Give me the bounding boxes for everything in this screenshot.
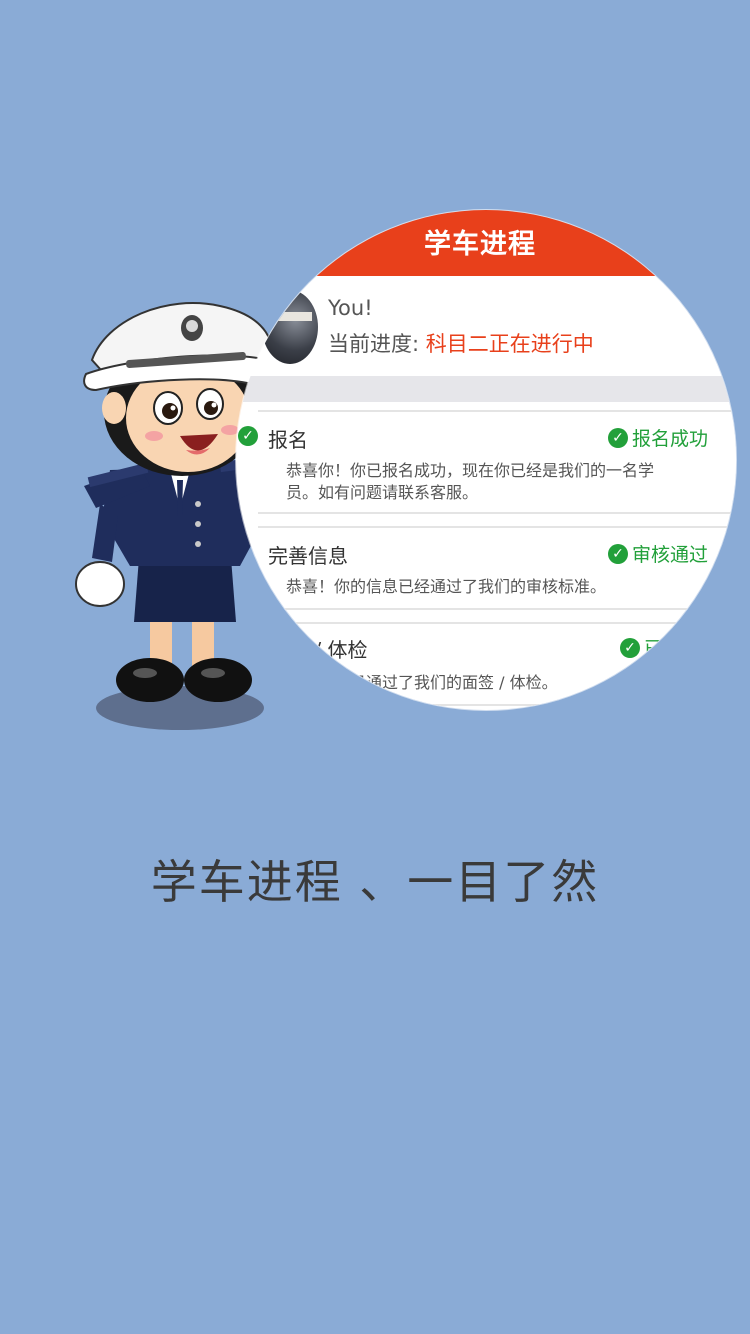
progress-label: 当前进度:: [328, 332, 426, 356]
step-status: ✓ 报名成功: [608, 424, 708, 451]
user-name: You!: [328, 296, 373, 320]
step-description: 恭喜！你的信息已经通过了我们的审核标准。: [286, 577, 607, 596]
step-status: ✓ 审核通过: [608, 540, 708, 567]
onboarding-screen: 学车进程 You! 当前进度: 科目二正在进行中 ✓ 报名 ✓ 报名成功 恭喜你！…: [0, 0, 750, 1334]
app-preview-magnifier: 学车进程 You! 当前进度: 科目二正在进行中 ✓ 报名 ✓ 报名成功 恭喜你！…: [236, 210, 736, 710]
current-progress: 当前进度: 科目二正在进行中: [328, 328, 594, 358]
step-status-label: 审核通过: [632, 544, 709, 566]
check-icon: ✓: [620, 637, 640, 658]
step-description: 恭喜！你已通过了我们的面签 / 体检。: [286, 673, 558, 692]
progress-value: 科目二正在进行中: [425, 332, 594, 356]
check-icon: ✓: [608, 543, 628, 564]
app-header-title: 学车进程: [424, 229, 536, 260]
avatar: [262, 290, 318, 364]
step-status-label: 已通过: [644, 638, 702, 660]
step-title: 面签 / 体检: [268, 638, 368, 662]
check-icon: ✓: [238, 426, 258, 446]
step-status-label: 报名成功: [632, 428, 709, 450]
step-description: 恭喜你！你已报名成功，现在你已经是我们的一名学: [286, 461, 655, 480]
step-status: ✓ 已通过: [620, 634, 701, 661]
step-title: 报名: [268, 428, 308, 452]
step-title: 完善信息: [268, 544, 348, 568]
check-icon: ✓: [608, 427, 628, 448]
tagline: 学车进程 、一目了然: [150, 855, 600, 909]
section-divider: [236, 376, 736, 402]
step-description: 员。如有问题请联系客服。: [286, 483, 479, 502]
